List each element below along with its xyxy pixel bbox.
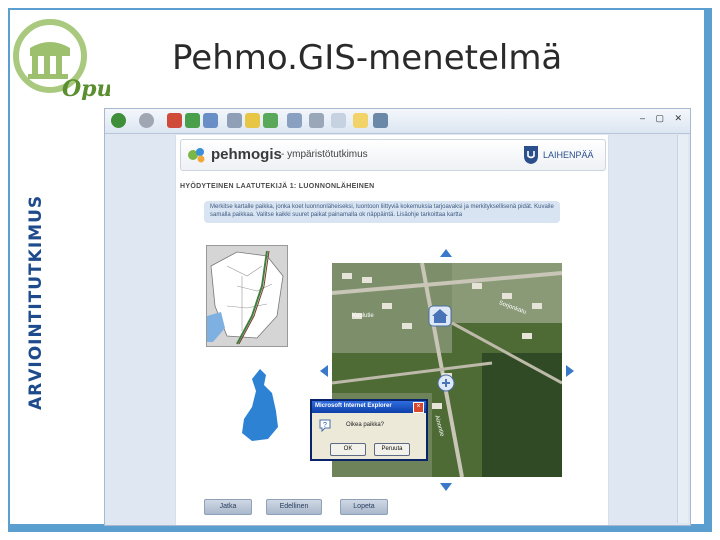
refresh-icon[interactable]	[185, 113, 200, 128]
confirm-dialog: Microsoft Internet Explorer × ? Oikea pa…	[310, 399, 428, 461]
history-icon[interactable]	[263, 113, 278, 128]
favorites-icon[interactable]	[245, 113, 260, 128]
app-header: pehmogis - ympäristötutkimus LAIHENPÄÄ	[180, 139, 606, 171]
forward-icon[interactable]	[139, 113, 154, 128]
next-button[interactable]: Jatka	[204, 499, 252, 515]
mail-icon[interactable]	[287, 113, 302, 128]
dialog-title: Microsoft Internet Explorer	[315, 403, 392, 409]
window-controls[interactable]: – ▢ ✕	[640, 113, 686, 124]
ok-button[interactable]: OK	[330, 443, 366, 456]
pan-right-button[interactable]	[566, 365, 574, 377]
browser-window: – ▢ ✕ pehmogis - ympäristötutkimus LAIHE…	[104, 108, 691, 526]
question-icon: ?	[319, 419, 331, 433]
instructions-box: Merkitse kartalle paikka, jonka koet luo…	[204, 201, 560, 223]
street-label: Koulutie	[352, 313, 374, 319]
side-heading: ARVIOINTITUTKIMUS	[26, 194, 46, 410]
section-title: HYÖDYTEINEN LAATUTEKIJÄ 1: LUONNONLÄHEIN…	[180, 183, 375, 190]
zoom-marker-icon[interactable]	[436, 371, 458, 393]
dialog-close-button[interactable]: ×	[413, 402, 424, 413]
notes-icon[interactable]	[353, 113, 368, 128]
opus-logo: Opus	[13, 19, 110, 100]
overview-map[interactable]	[206, 245, 288, 347]
vertical-scrollbar[interactable]	[677, 135, 688, 523]
home-marker-icon[interactable]	[428, 305, 452, 327]
pan-down-button[interactable]	[440, 483, 452, 491]
print-icon[interactable]	[309, 113, 324, 128]
brand-subtitle: - ympäristötutkimus	[281, 149, 368, 160]
dialog-message: Oikea paikka?	[346, 422, 385, 428]
cancel-button[interactable]: Peruuta	[374, 443, 410, 456]
slide-title: Pehmo.GIS-menetelmä	[172, 38, 563, 78]
edit-icon[interactable]	[331, 113, 346, 128]
pan-up-button[interactable]	[440, 249, 452, 257]
messenger-icon[interactable]	[373, 113, 388, 128]
home-icon[interactable]	[203, 113, 218, 128]
finland-map-icon	[242, 369, 278, 441]
previous-button[interactable]: Edellinen	[266, 499, 322, 515]
city-crest-icon	[524, 146, 538, 164]
dialog-title-bar: Microsoft Internet Explorer ×	[312, 401, 426, 413]
stop-button[interactable]: Lopeta	[340, 499, 388, 515]
search-icon[interactable]	[227, 113, 242, 128]
back-icon[interactable]	[111, 113, 126, 128]
web-page: pehmogis - ympäristötutkimus LAIHENPÄÄ H…	[175, 135, 609, 525]
pan-left-button[interactable]	[320, 365, 328, 377]
logo-text: Opus	[62, 76, 110, 100]
browser-toolbar: – ▢ ✕	[105, 109, 690, 134]
svg-text:?: ?	[323, 422, 327, 429]
pehmogis-logo-icon	[188, 148, 205, 163]
city-name: LAIHENPÄÄ	[543, 150, 594, 160]
brand-name: pehmogis	[211, 146, 282, 163]
stop-icon[interactable]	[167, 113, 182, 128]
